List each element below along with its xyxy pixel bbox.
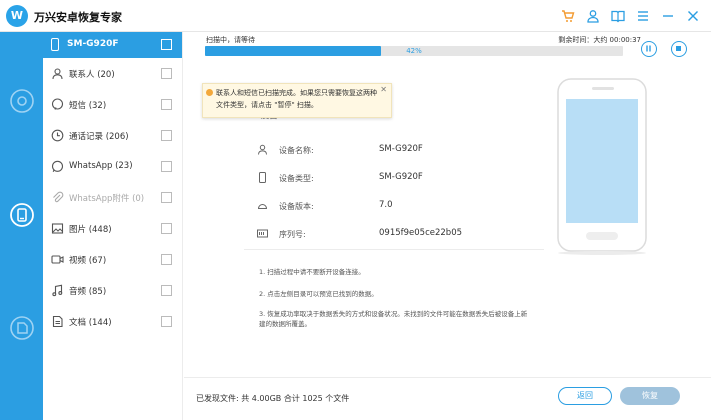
person-icon (258, 144, 267, 155)
phone-icon (51, 38, 59, 51)
note-line: 2. 点击左侧目录可以预览已找到的数据。 (259, 290, 378, 298)
phone-icon (259, 172, 266, 183)
note-line: 1. 扫描过程中请不要断开设备连接。 (259, 268, 365, 276)
main-panel: 扫描中，请等待 剩余时间：大约 00:00:37 42% 设备 联系人和短信已扫… (184, 32, 711, 420)
cart-icon[interactable] (559, 7, 576, 24)
mode-sidebar (0, 32, 43, 420)
footer-bar: 已发现文件: 共 4.00GB 合计 1025 个文件 返回 恢复 (184, 377, 711, 420)
image-icon (51, 223, 64, 234)
book-icon[interactable] (609, 7, 626, 24)
progress-label: 42% (406, 47, 422, 55)
message-icon (51, 98, 64, 110)
android-icon (257, 204, 268, 209)
category-checkbox[interactable] (161, 316, 172, 327)
scan-tip-popup: 联系人和短信已扫描完成。如果您只需要恢复这两种文件类型，请点击 "暂停" 扫描。… (202, 83, 392, 118)
category-label: 文档 (144) (69, 318, 112, 328)
minimize-icon[interactable] (659, 7, 676, 24)
info-key: 序列号: (279, 230, 306, 239)
attachment-icon (53, 191, 64, 203)
app-title: 万兴安卓恢复专家 (34, 11, 122, 24)
sd-card-mode-icon[interactable] (9, 315, 35, 341)
tip-text: 联系人和短信已扫描完成。如果您只需要恢复这两种文件类型，请点击 "暂停" 扫描。 (216, 89, 377, 109)
category-label: 短信 (32) (69, 101, 107, 111)
category-checkbox[interactable] (161, 254, 172, 265)
category-videos[interactable]: 视频 (67) (43, 244, 182, 275)
stop-icon (676, 46, 681, 51)
info-icon (206, 89, 213, 96)
category-checkbox[interactable] (161, 161, 172, 172)
audio-icon (52, 284, 63, 297)
info-value: 0915f9e05ce22b05 (379, 228, 463, 238)
info-key: 设备版本: (279, 202, 314, 211)
category-contacts[interactable]: 联系人 (20) (43, 58, 182, 89)
category-sidebar: SM-G920F 联系人 (20) 短信 (32) 通话记录 (206) Wha… (43, 32, 183, 420)
category-label: WhatsApp (23) (69, 161, 133, 171)
category-label: 视频 (67) (69, 256, 107, 266)
category-checkbox[interactable] (161, 99, 172, 110)
android-recovery-mode-icon[interactable] (9, 202, 35, 228)
info-key: 设备名称: (279, 146, 314, 155)
category-call-log[interactable]: 通话记录 (206) (43, 120, 182, 151)
found-files-summary: 已发现文件: 共 4.00GB 合计 1025 个文件 (196, 394, 350, 403)
note-line: 3. 恢复成功率取决于数据丢失的方式和设备状况。未找到的文件可能在数据丢失后被设… (259, 310, 528, 328)
category-messages[interactable]: 短信 (32) (43, 89, 182, 120)
call-log-icon (51, 129, 64, 142)
menu-icon[interactable] (634, 7, 651, 24)
whatsapp-icon (51, 160, 64, 173)
category-whatsapp[interactable]: WhatsApp (23) (43, 151, 182, 182)
category-checkbox[interactable] (161, 223, 172, 234)
device-name: SM-G920F (67, 39, 119, 49)
scan-status: 扫描中，请等待 (206, 36, 255, 44)
info-value: SM-G920F (379, 144, 423, 154)
phone-illustration (556, 77, 652, 255)
category-label: 音频 (85) (69, 287, 107, 297)
category-documents[interactable]: 文档 (144) (43, 306, 182, 337)
contacts-icon (52, 68, 63, 80)
pause-button[interactable] (641, 41, 657, 57)
info-value: 7.0 (379, 200, 393, 210)
category-label: WhatsApp附件 (0) (69, 194, 145, 204)
category-checkbox[interactable] (161, 285, 172, 296)
scan-progress-bar: 42% (205, 46, 623, 56)
video-icon (51, 255, 64, 264)
category-checkbox[interactable] (161, 130, 172, 141)
info-value: SM-G920F (379, 172, 423, 182)
app-logo: W (6, 5, 28, 27)
serial-icon (257, 229, 268, 238)
user-icon[interactable] (584, 7, 601, 24)
pause-icon (646, 45, 651, 52)
info-key: 设备类型: (279, 174, 314, 183)
category-images[interactable]: 图片 (448) (43, 213, 182, 244)
stop-button[interactable] (671, 41, 687, 57)
category-label: 联系人 (20) (69, 70, 115, 80)
category-audio[interactable]: 音频 (85) (43, 275, 182, 306)
category-label: 图片 (448) (69, 225, 112, 235)
category-checkbox[interactable] (161, 192, 172, 203)
category-label: 通话记录 (206) (69, 132, 129, 142)
time-remaining: 剩余时间：大约 00:00:37 (558, 36, 641, 44)
document-icon (52, 315, 63, 328)
back-button[interactable]: 返回 (558, 387, 612, 405)
divider (244, 249, 544, 250)
titlebar-controls (559, 7, 701, 24)
category-whatsapp-attachments[interactable]: WhatsApp附件 (0) (43, 182, 182, 213)
title-bar: W 万兴安卓恢复专家 (0, 0, 711, 32)
tip-close-icon[interactable]: ✕ (380, 84, 387, 96)
category-checkbox[interactable] (161, 68, 172, 79)
device-select-all-checkbox[interactable] (161, 39, 172, 50)
close-icon[interactable] (684, 7, 701, 24)
recover-button[interactable]: 恢复 (620, 387, 680, 405)
device-header[interactable]: SM-G920F (43, 32, 182, 58)
recover-phone-mode-icon[interactable] (9, 88, 35, 114)
